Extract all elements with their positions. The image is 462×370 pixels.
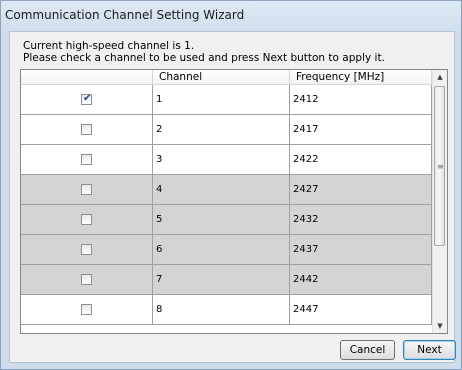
check-cell: ✔: [21, 84, 153, 115]
table-row[interactable]: 8 2447: [21, 294, 432, 325]
table-row[interactable]: 3 2422: [21, 144, 432, 175]
column-header-channel[interactable]: Channel: [152, 70, 290, 85]
channel-cell: 1: [152, 84, 290, 115]
wizard-client-area: Current high-speed channel is 1. Please …: [9, 31, 456, 363]
channel-checkbox[interactable]: [81, 123, 92, 135]
next-button[interactable]: Next: [403, 340, 456, 360]
check-cell: [21, 234, 153, 265]
frequency-cell: 2422: [289, 144, 432, 175]
check-cell: [21, 174, 153, 205]
wizard-window: Communication Channel Setting Wizard Cur…: [0, 0, 462, 370]
channel-cell: 6: [152, 234, 290, 265]
channel-cell: 5: [152, 204, 290, 235]
column-header-frequency[interactable]: Frequency [MHz]: [289, 70, 432, 85]
table-row[interactable]: 4 2427: [21, 174, 432, 205]
frequency-cell: 2447: [289, 294, 432, 325]
channel-table: Channel Frequency [MHz] ✔ 1 2412 2 2417 3 2422…: [21, 70, 432, 325]
scroll-thumb[interactable]: ≡: [434, 86, 445, 246]
frequency-cell: 2412: [289, 84, 432, 115]
check-cell: [21, 294, 153, 325]
table-row[interactable]: ✔ 1 2412: [21, 84, 432, 115]
channel-checkbox[interactable]: [81, 243, 92, 255]
arrow-down-icon: ▼: [437, 322, 443, 330]
arrow-up-icon: ▲: [437, 73, 443, 81]
current-channel-text: Current high-speed channel is 1.: [23, 40, 195, 52]
channel-checkbox[interactable]: [81, 213, 92, 225]
frequency-cell: 2437: [289, 234, 432, 265]
table-row[interactable]: 2 2417: [21, 114, 432, 145]
grid-header-row: Channel Frequency [MHz]: [21, 70, 432, 85]
frequency-cell: 2442: [289, 264, 432, 295]
instruction-text: Please check a channel to be used and pr…: [23, 52, 385, 64]
grip-icon: ≡: [437, 162, 444, 171]
channel-cell: 2: [152, 114, 290, 145]
channel-checkbox[interactable]: ✔: [81, 92, 92, 105]
frequency-cell: 2432: [289, 204, 432, 235]
channel-cell: 7: [152, 264, 290, 295]
table-row[interactable]: 5 2432: [21, 204, 432, 235]
scroll-up-button[interactable]: ▲: [433, 70, 447, 84]
channel-cell: 3: [152, 144, 290, 175]
channel-checkbox[interactable]: [81, 183, 92, 195]
check-cell: [21, 264, 153, 295]
frequency-cell: 2427: [289, 174, 432, 205]
cancel-button[interactable]: Cancel: [340, 340, 395, 360]
check-cell: [21, 114, 153, 145]
check-icon: ✔: [83, 92, 92, 104]
channel-cell: 8: [152, 294, 290, 325]
table-row[interactable]: 7 2442: [21, 264, 432, 295]
vertical-scrollbar[interactable]: ▲ ≡ ▼: [432, 70, 447, 333]
channel-grid: Channel Frequency [MHz] ✔ 1 2412 2 2417 3 2422…: [20, 69, 448, 334]
check-cell: [21, 144, 153, 175]
scroll-down-button[interactable]: ▼: [433, 319, 447, 333]
intro-text: Current high-speed channel is 1. Please …: [23, 40, 385, 64]
channel-checkbox[interactable]: [81, 303, 92, 315]
check-cell: [21, 204, 153, 235]
channel-checkbox[interactable]: [81, 153, 92, 165]
channel-checkbox[interactable]: [81, 273, 92, 285]
column-header-check[interactable]: [21, 70, 153, 85]
table-row[interactable]: 6 2437: [21, 234, 432, 265]
channel-cell: 4: [152, 174, 290, 205]
window-title: Communication Channel Setting Wizard: [5, 8, 245, 22]
frequency-cell: 2417: [289, 114, 432, 145]
